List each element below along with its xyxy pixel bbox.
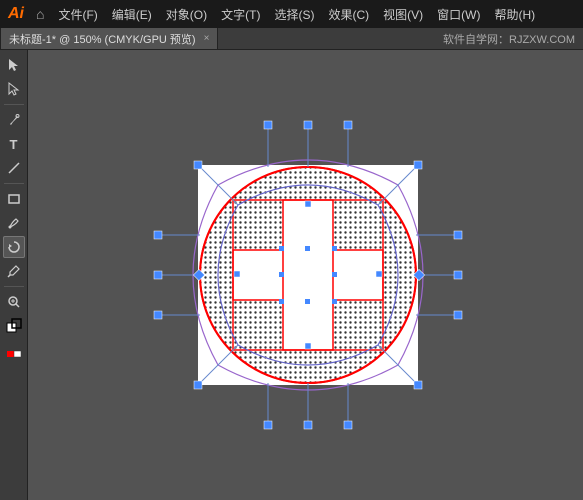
rotate-tool[interactable] (3, 236, 25, 258)
direct-select-tool[interactable] (3, 78, 25, 100)
tab-bar: 未标题-1* @ 150% (CMYK/GPU 预览) × 软件自学网：RJZX… (0, 28, 583, 50)
menu-edit[interactable]: 编辑(E) (106, 4, 158, 25)
tab-close-button[interactable]: × (204, 33, 210, 44)
menu-object[interactable]: 对象(O) (160, 4, 213, 25)
menu-bar: 文件(F) 编辑(E) 对象(O) 文字(T) 选择(S) 效果(C) 视图(V… (52, 4, 541, 25)
paintbrush-tool[interactable] (3, 212, 25, 234)
artwork-svg (138, 105, 478, 445)
select-tool[interactable] (3, 54, 25, 76)
toolbar-divider-2 (4, 183, 24, 184)
fill-stroke[interactable] (3, 315, 25, 337)
main-layout: T (0, 50, 583, 500)
menu-window[interactable]: 窗口(W) (431, 4, 486, 25)
canvas-area (28, 50, 583, 500)
menu-type[interactable]: 文字(T) (215, 4, 266, 25)
pen-tool[interactable] (3, 109, 25, 131)
zoom-tool[interactable] (3, 291, 25, 313)
menu-effect[interactable]: 效果(C) (322, 4, 375, 25)
tab-title: 未标题-1* @ 150% (CMYK/GPU 预览) (9, 31, 196, 47)
toolbar-divider-3 (4, 286, 24, 287)
eyedropper-tool[interactable] (3, 260, 25, 282)
menu-view[interactable]: 视图(V) (377, 4, 429, 25)
canvas-background (68, 80, 548, 470)
ai-logo: Ai (8, 5, 24, 23)
line-tool[interactable] (3, 157, 25, 179)
toolbar-divider-1 (4, 104, 24, 105)
type-tool[interactable]: T (3, 133, 25, 155)
title-bar: Ai ⌂ 文件(F) 编辑(E) 对象(O) 文字(T) 选择(S) 效果(C)… (0, 0, 583, 28)
home-icon[interactable]: ⌂ (36, 6, 44, 22)
menu-file[interactable]: 文件(F) (52, 4, 103, 25)
menu-select[interactable]: 选择(S) (268, 4, 320, 25)
artwork-container (138, 105, 478, 445)
rect-tool[interactable] (3, 188, 25, 210)
active-tab[interactable]: 未标题-1* @ 150% (CMYK/GPU 预览) × (0, 28, 218, 49)
menu-help[interactable]: 帮助(H) (488, 4, 541, 25)
toolbar: T (0, 50, 28, 500)
transform-icon[interactable] (3, 339, 25, 361)
website-label: 软件自学网：RJZXW.COM (443, 31, 575, 47)
